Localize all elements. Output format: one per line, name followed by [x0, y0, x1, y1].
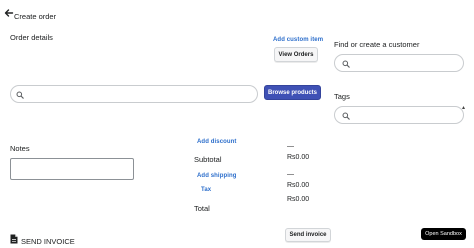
discount-value: — — [287, 143, 294, 150]
search-icon — [342, 60, 350, 68]
tags-search-input[interactable] — [334, 106, 464, 124]
add-shipping-link[interactable]: Add shipping — [197, 173, 237, 179]
tax-link[interactable]: Tax — [201, 187, 211, 193]
total-label: Total — [194, 204, 210, 213]
tax-value: Rs0.00 — [287, 196, 310, 203]
subtotal-value: Rs0.00 — [287, 154, 310, 161]
customer-label: Find or create a customer — [334, 40, 420, 49]
tags-label: Tags — [334, 92, 350, 101]
add-custom-item-link[interactable]: Add custom item — [273, 37, 323, 43]
order-details-label: Order details — [10, 33, 53, 42]
product-search-input[interactable] — [10, 85, 258, 103]
view-orders-button[interactable]: View Orders — [274, 47, 318, 62]
search-icon — [342, 112, 350, 120]
open-sandbox-button[interactable]: Open Sandbox — [421, 228, 466, 240]
send-invoice-heading: SEND INVOICE — [21, 237, 75, 246]
notes-textarea[interactable] — [10, 158, 134, 180]
page-title: Create order — [14, 12, 57, 21]
search-icon — [16, 91, 24, 99]
subtotal-label: Subtotal — [194, 155, 222, 164]
add-discount-link[interactable]: Add discount — [197, 139, 237, 145]
shipping-value: — — [287, 171, 294, 178]
back-arrow-icon[interactable] — [4, 8, 14, 18]
customer-search-input[interactable] — [334, 54, 464, 72]
invoice-document-icon — [10, 234, 18, 244]
browse-products-button[interactable]: Browse products — [264, 85, 321, 100]
send-invoice-button[interactable]: Send invoice — [285, 228, 331, 242]
shipping-amount: Rs0.00 — [287, 182, 310, 189]
notes-label: Notes — [10, 144, 30, 153]
